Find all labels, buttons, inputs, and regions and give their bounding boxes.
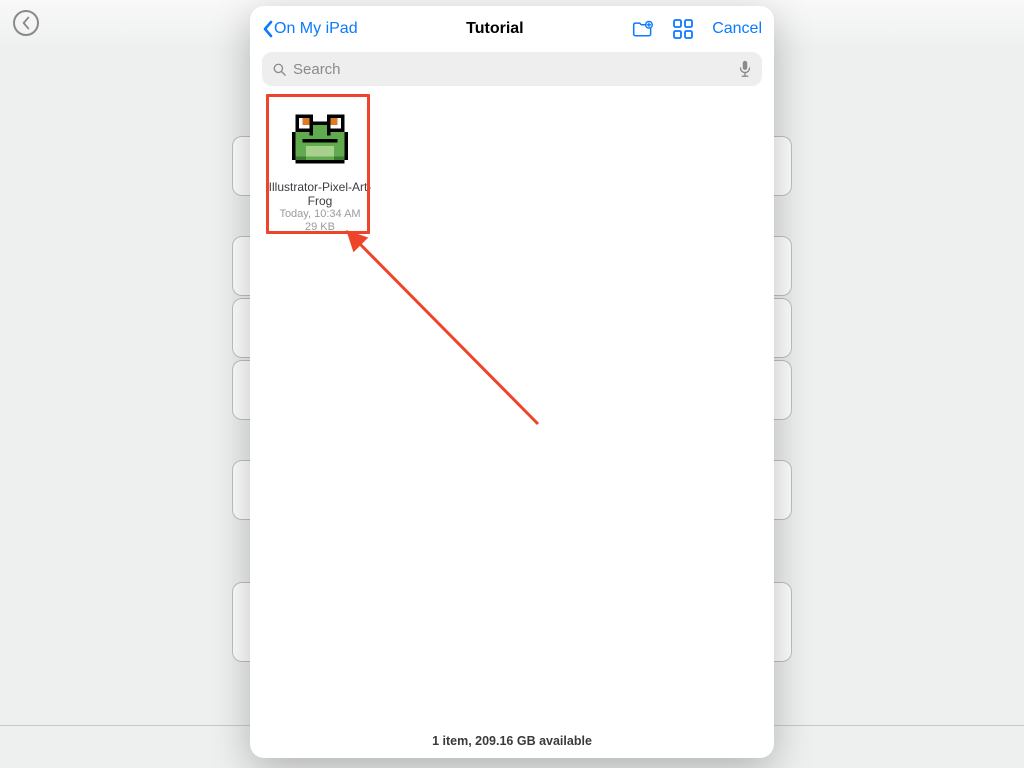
sheet-header: On My iPad Tutorial Cancel bbox=[250, 6, 774, 52]
new-folder-button[interactable] bbox=[632, 18, 654, 40]
chevron-left-icon bbox=[262, 20, 274, 38]
annotation-arrow bbox=[338, 224, 558, 444]
file-size: 29 KB bbox=[305, 221, 335, 234]
back-button[interactable]: On My iPad bbox=[262, 20, 358, 38]
chevron-left-icon bbox=[21, 16, 31, 30]
file-item[interactable]: Illustrator-Pixel-Art-Frog Today, 10:34 … bbox=[268, 104, 372, 234]
file-date: Today, 10:34 AM bbox=[279, 208, 360, 221]
frog-pixel-icon bbox=[292, 111, 348, 167]
file-grid[interactable]: Illustrator-Pixel-Art-Frog Today, 10:34 … bbox=[250, 94, 774, 724]
back-label: On My iPad bbox=[274, 20, 358, 38]
search-bar[interactable] bbox=[262, 52, 762, 86]
cancel-button[interactable]: Cancel bbox=[712, 20, 762, 38]
search-input[interactable] bbox=[293, 61, 732, 78]
back-circle-button[interactable] bbox=[13, 10, 39, 36]
view-grid-button[interactable] bbox=[672, 18, 694, 40]
file-picker-sheet: On My iPad Tutorial Cancel bbox=[250, 6, 774, 758]
grid-icon bbox=[672, 18, 694, 40]
microphone-icon[interactable] bbox=[738, 60, 752, 78]
folder-plus-icon bbox=[632, 18, 654, 40]
file-name: Illustrator-Pixel-Art-Frog bbox=[268, 180, 372, 208]
search-icon bbox=[272, 62, 287, 77]
footer-status: 1 item, 209.16 GB available bbox=[250, 724, 774, 758]
search-bar-container bbox=[250, 52, 774, 94]
page-title: Tutorial bbox=[358, 20, 633, 38]
file-thumbnail bbox=[285, 104, 355, 174]
